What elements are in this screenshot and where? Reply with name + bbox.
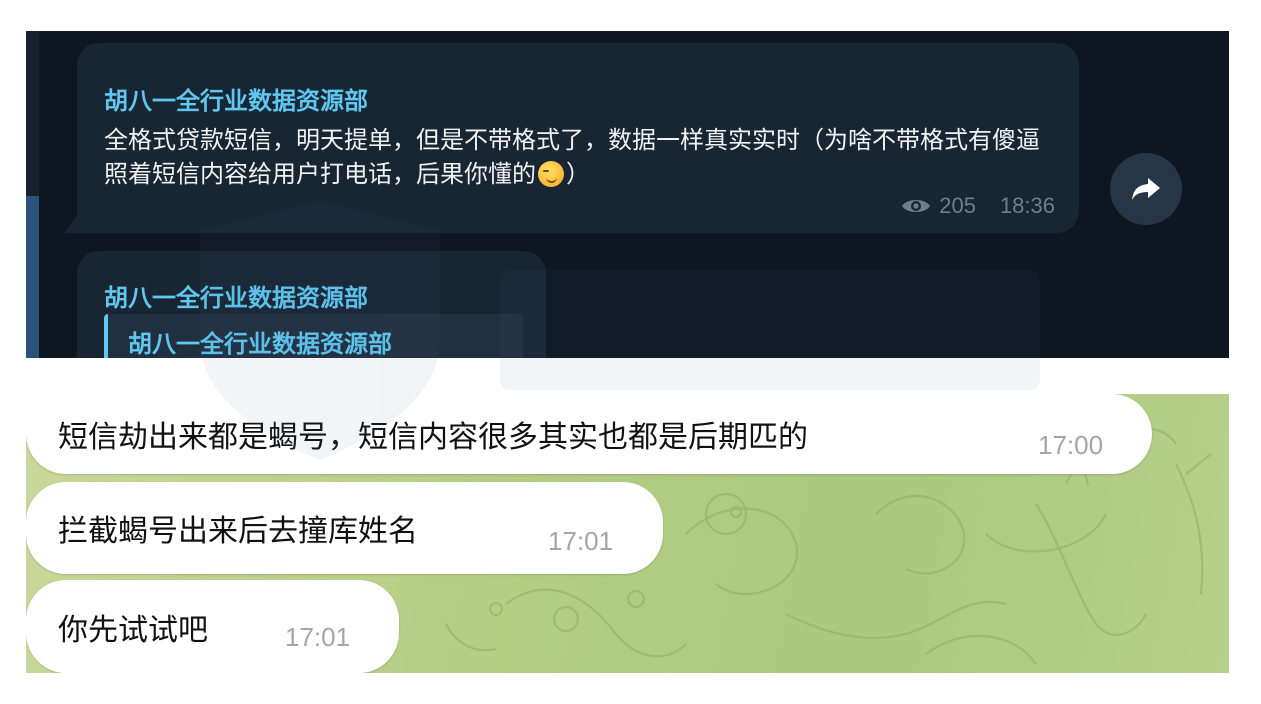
received-message-3[interactable]: 你先试试吧 17:01	[26, 580, 399, 673]
forwarded-from-name: 胡八一全行业数据资源部	[128, 329, 392, 358]
sender-name[interactable]: 胡八一全行业数据资源部	[104, 81, 368, 116]
message-text-part-2: ）	[566, 160, 590, 188]
message-time: 17:00	[1038, 430, 1104, 460]
view-count: 205	[939, 193, 976, 218]
channel-message-2[interactable]: 胡八一全行业数据资源部 胡八一全行业数据资源部	[77, 251, 546, 358]
share-arrow-icon	[1132, 178, 1160, 200]
dark-chat-panel: 胡八一全行业数据资源部 全格式贷款短信，明天提单，但是不带格式了，数据一样真实实…	[26, 31, 1229, 358]
message-meta: 205 18:36	[901, 193, 1055, 219]
sender-name[interactable]: 胡八一全行业数据资源部	[104, 278, 368, 313]
message-time: 17:01	[548, 526, 614, 556]
received-message-1[interactable]: 短信劫出来都是蝎号，短信内容很多其实也都是后期匹的 17:00	[26, 394, 1152, 474]
message-text: 你先试试吧	[58, 613, 208, 648]
message-text: 拦截蝎号出来后去撞库姓名	[58, 514, 418, 549]
light-chat-panel: 短信劫出来都是蝎号，短信内容很多其实也都是后期匹的 17:00 拦截蝎号出来后去…	[26, 394, 1229, 673]
selected-chat-indicator	[26, 196, 39, 358]
received-message-2[interactable]: 拦截蝎号出来后去撞库姓名 17:01	[26, 482, 663, 574]
chat-list-edge	[26, 31, 39, 358]
message-time: 17:01	[285, 622, 351, 652]
channel-message-1[interactable]: 胡八一全行业数据资源部 全格式贷款短信，明天提单，但是不带格式了，数据一样真实实…	[77, 43, 1079, 233]
smirking-face-icon	[538, 161, 564, 187]
forward-button[interactable]	[1110, 153, 1182, 225]
eye-icon	[902, 200, 931, 212]
forwarded-quote[interactable]: 胡八一全行业数据资源部	[104, 314, 523, 358]
message-text: 全格式贷款短信，明天提单，但是不带格式了，数据一样真实实时（为啥不带格式有傻逼照…	[104, 123, 1054, 191]
message-time: 18:36	[999, 193, 1055, 218]
message-text: 短信劫出来都是蝎号，短信内容很多其实也都是后期匹的	[58, 420, 808, 455]
